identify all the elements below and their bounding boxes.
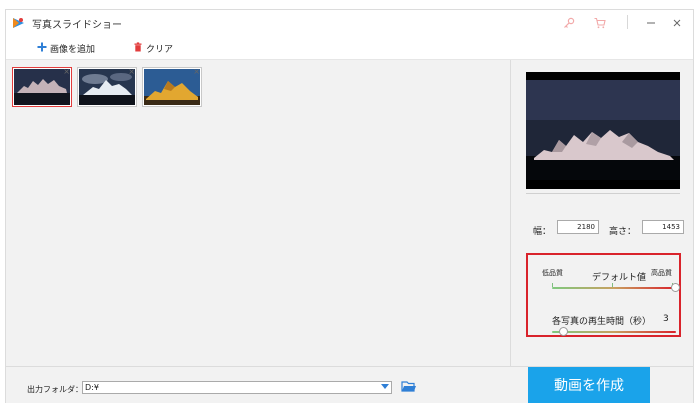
trash-icon bbox=[133, 41, 143, 55]
photo-thumbnail-image bbox=[144, 69, 200, 105]
height-label: 高さ： bbox=[609, 227, 637, 237]
output-folder-value: D:¥ bbox=[85, 383, 99, 392]
quality-duration-settings: 低品質 デフォルト値 高品質 各写真の再生時間（秒） 3 bbox=[526, 253, 681, 337]
photo-thumbnail-image bbox=[79, 69, 135, 105]
window-title: 写真スライドショー bbox=[32, 20, 122, 31]
toolbar: 画像を追加 クリア bbox=[6, 36, 693, 60]
chevron-down-icon[interactable] bbox=[381, 384, 389, 389]
slideshow-logo-icon bbox=[12, 16, 26, 30]
cart-icon[interactable] bbox=[591, 14, 609, 32]
quality-slider-knob[interactable] bbox=[671, 283, 680, 292]
plus-icon bbox=[37, 42, 47, 55]
photo-thumbnail-image bbox=[14, 69, 70, 105]
title-bar: 写真スライドショー bbox=[6, 10, 693, 36]
height-input[interactable]: 1453 bbox=[642, 220, 684, 234]
clear-label: クリア bbox=[146, 44, 174, 55]
bottom-bar: 出力フォルダ： D:¥ 動画を作成 bbox=[6, 367, 693, 403]
preview-image bbox=[526, 72, 680, 189]
preview-divider bbox=[526, 193, 680, 194]
width-input[interactable]: 2180 bbox=[557, 220, 599, 234]
photo-thumbnail-3[interactable]: × bbox=[142, 67, 202, 107]
low-quality-label: 低品質 bbox=[542, 269, 563, 277]
folder-icon[interactable] bbox=[401, 379, 417, 393]
titlebar-separator bbox=[627, 15, 628, 29]
width-label: 幅： bbox=[533, 227, 552, 237]
create-video-button[interactable]: 動画を作成 bbox=[528, 367, 650, 403]
duration-label: 各写真の再生時間（秒） bbox=[552, 317, 652, 327]
remove-photo-icon[interactable]: × bbox=[193, 67, 200, 76]
remove-photo-icon[interactable]: × bbox=[63, 67, 70, 76]
remove-photo-icon[interactable]: × bbox=[128, 67, 135, 76]
quality-slider-track[interactable] bbox=[552, 287, 676, 289]
add-image-button[interactable]: 画像を追加 bbox=[37, 40, 95, 56]
duration-slider-track[interactable] bbox=[552, 331, 676, 333]
add-image-label: 画像を追加 bbox=[50, 44, 96, 55]
photo-list-panel: × × × bbox=[6, 60, 510, 366]
minimize-icon[interactable] bbox=[642, 14, 660, 32]
output-folder-label: 出力フォルダ： bbox=[27, 385, 83, 394]
close-icon[interactable] bbox=[668, 14, 686, 32]
output-folder-select[interactable]: D:¥ bbox=[82, 381, 392, 394]
photo-thumbnail-2[interactable]: × bbox=[77, 67, 137, 107]
duration-slider-knob[interactable] bbox=[559, 327, 569, 336]
photo-thumbnail-1[interactable]: × bbox=[12, 67, 72, 107]
key-icon[interactable] bbox=[560, 14, 578, 32]
duration-value: 3 bbox=[663, 314, 669, 324]
default-value-label: デフォルト値 bbox=[592, 273, 647, 283]
settings-panel: 幅： 2180 高さ： 1453 低品質 デフォルト値 高品質 各写真の再生時間… bbox=[511, 60, 693, 366]
clear-button[interactable]: クリア bbox=[133, 40, 173, 56]
high-quality-label: 高品質 bbox=[651, 269, 672, 277]
app-window: 写真スライドショー 画像を追加 クリア × × × 幅： 2180 高さ： 14… bbox=[5, 9, 694, 403]
